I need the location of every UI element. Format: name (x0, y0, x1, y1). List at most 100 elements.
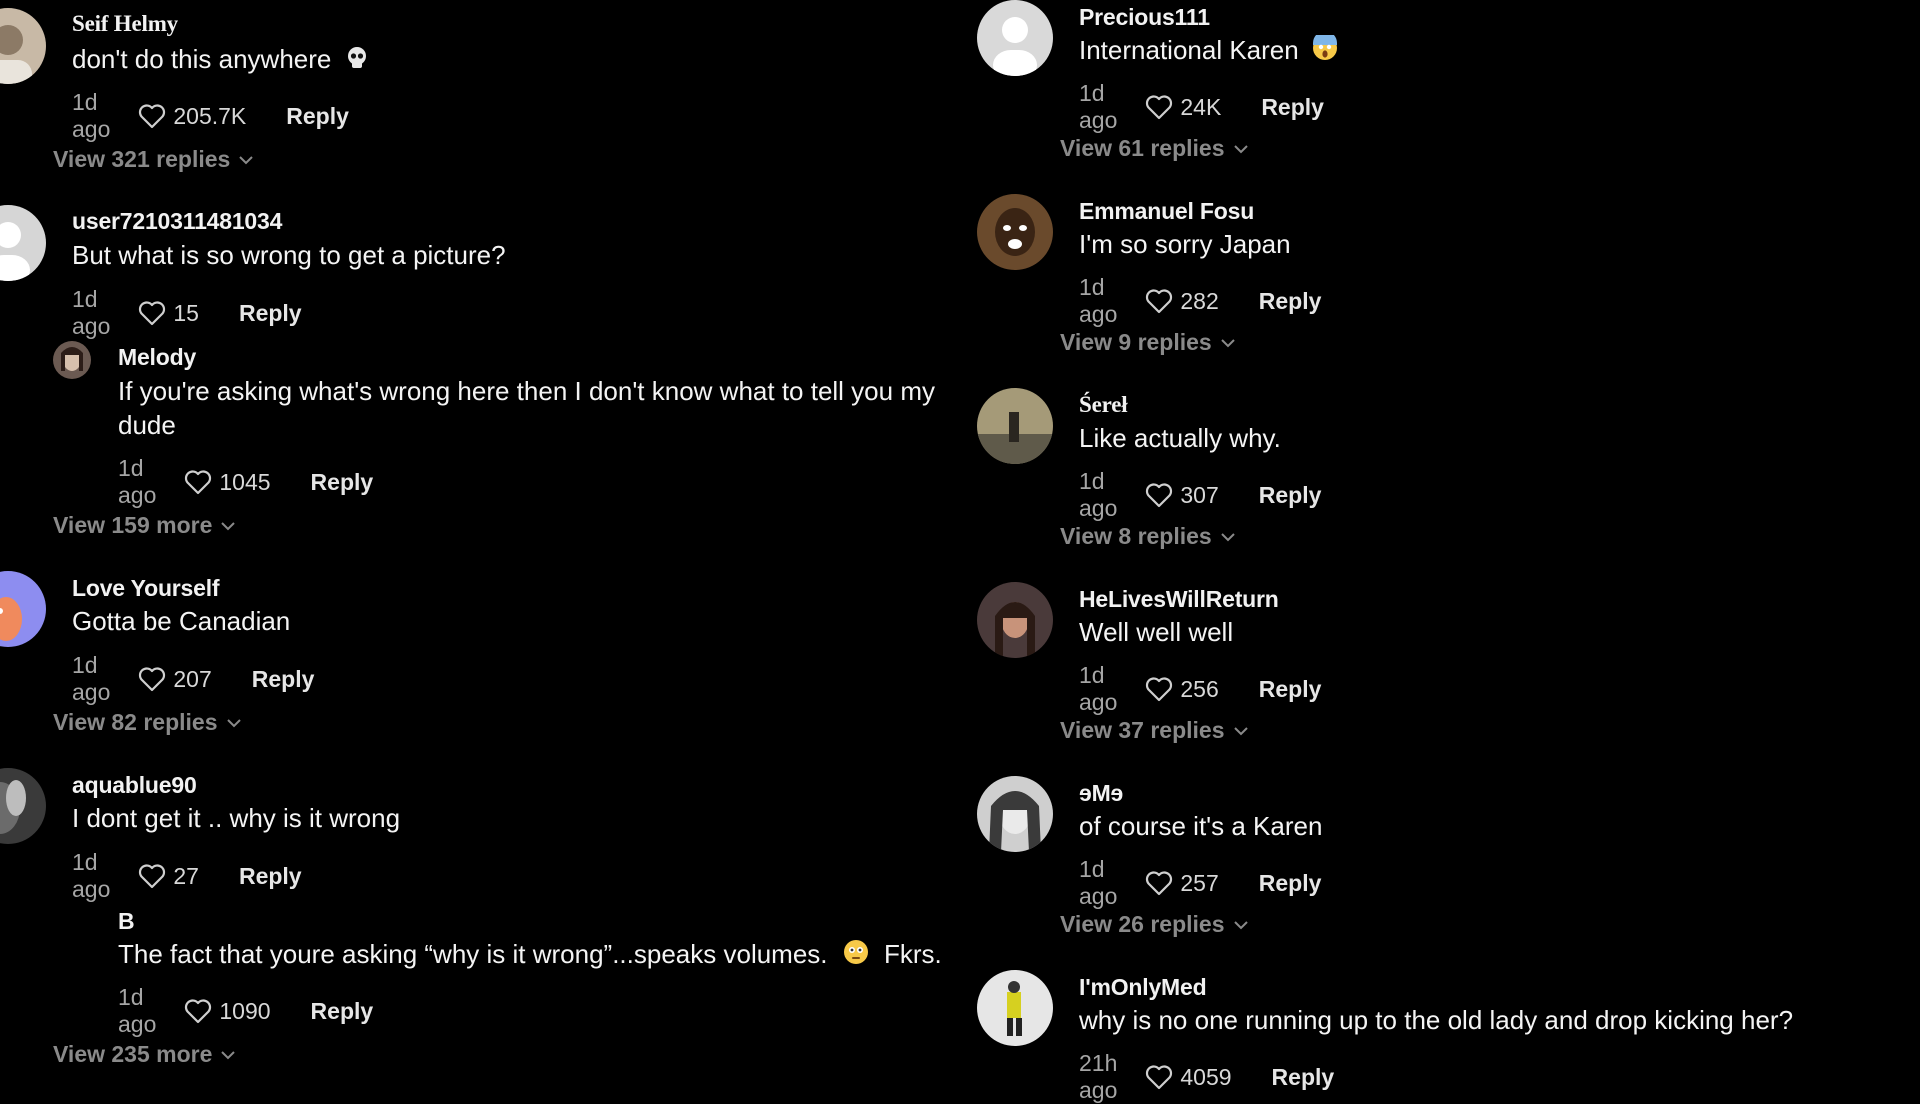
view-replies-link[interactable]: View 37 replies (1060, 717, 1249, 744)
view-replies-link[interactable]: View 61 replies (1060, 135, 1249, 162)
chevron-down-icon (1233, 726, 1248, 735)
timestamp: 1d ago (1079, 662, 1118, 715)
avatar[interactable] (977, 582, 1053, 658)
username[interactable]: I'mOnlyMed (1079, 974, 1207, 1001)
reply-button[interactable]: Reply (1259, 676, 1322, 703)
view-replies-label: View 321 replies (53, 146, 231, 172)
reply-button[interactable]: Reply (239, 300, 302, 327)
like-button[interactable]: 27 (138, 863, 199, 890)
like-button[interactable]: 205.7K (138, 103, 246, 130)
view-replies-label: View 37 replies (1060, 717, 1225, 743)
timestamp: 1d ago (1079, 274, 1118, 327)
chevron-down-icon (221, 1050, 236, 1059)
avatar[interactable] (0, 571, 46, 647)
comment-text-body: International Karen (1079, 35, 1299, 65)
like-button[interactable]: 24K (1145, 94, 1221, 121)
view-replies-link[interactable]: View 9 replies (1060, 329, 1236, 356)
username[interactable]: user7210311481034 (72, 208, 282, 235)
like-button[interactable]: 1045 (184, 469, 271, 496)
username[interactable]: Love Yourself (72, 575, 220, 602)
timestamp: 1d ago (1079, 80, 1118, 133)
avatar[interactable] (977, 776, 1053, 852)
username[interactable]: aquablue90 (72, 772, 197, 799)
avatar[interactable] (977, 388, 1053, 464)
comment-text-body: don't do this anywhere (72, 44, 332, 74)
comment-meta: 1d ago 27 Reply (72, 849, 302, 903)
comment-text: I'm so sorry Japan (1079, 229, 1291, 259)
username[interactable]: Emmanuel Fosu (1079, 198, 1254, 225)
reply-button[interactable]: Reply (311, 469, 374, 496)
view-replies-link[interactable]: View 82 replies (53, 709, 242, 736)
heart-icon (1146, 289, 1173, 314)
avatar[interactable] (977, 970, 1053, 1046)
comment-meta: 1d ago 15 Reply (72, 286, 302, 340)
username[interactable]: Śereł (1079, 392, 1128, 418)
avatar[interactable] (977, 194, 1053, 270)
like-count: 282 (1180, 287, 1219, 314)
comment-text-tail: Fkrs. (883, 939, 942, 969)
comment-text: Well well well (1079, 617, 1234, 647)
reply-button[interactable]: Reply (1261, 94, 1324, 121)
comment-text: Like actually why. (1079, 423, 1281, 453)
avatar[interactable] (53, 906, 91, 944)
like-button[interactable]: 207 (138, 666, 212, 693)
heart-icon (1146, 1065, 1173, 1090)
avatar[interactable] (977, 0, 1053, 76)
comment-text: The fact that youre asking “why is it wr… (118, 937, 942, 973)
reply-button[interactable]: Reply (1259, 482, 1322, 509)
username[interactable]: Precious111 (1079, 4, 1210, 31)
chevron-down-icon (221, 521, 236, 530)
like-count: 27 (173, 862, 199, 889)
reply-button[interactable]: Reply (286, 103, 349, 130)
timestamp: 21h ago (1079, 1050, 1118, 1103)
flushed-emoji (843, 939, 869, 973)
view-replies-link[interactable]: View 8 replies (1060, 523, 1236, 550)
timestamp: 1d ago (118, 455, 157, 508)
comment-meta: 1d ago 256 Reply (1079, 662, 1321, 716)
view-replies-link[interactable]: View 26 replies (1060, 911, 1249, 938)
avatar[interactable] (0, 768, 46, 844)
like-button[interactable]: 1090 (184, 998, 271, 1025)
avatar[interactable] (0, 8, 46, 84)
username[interactable]: ɘMɘ (1079, 780, 1123, 807)
username[interactable]: B (118, 908, 135, 935)
reply-button[interactable]: Reply (1259, 288, 1322, 315)
username[interactable]: HeLivesWillReturn (1079, 586, 1279, 613)
like-button[interactable]: 4059 (1145, 1064, 1232, 1091)
reply-button[interactable]: Reply (1259, 870, 1322, 897)
avatar[interactable] (0, 205, 46, 281)
comment-meta: 1d ago 205.7K Reply (72, 89, 349, 143)
comment-text: Gotta be Canadian (72, 606, 291, 636)
heart-icon (185, 470, 212, 495)
like-button[interactable]: 307 (1145, 481, 1219, 509)
timestamp: 1d ago (72, 849, 111, 902)
view-replies-label: View 9 replies (1060, 329, 1212, 355)
view-more-link[interactable]: View 159 more (53, 512, 236, 539)
timestamp: 1d ago (118, 984, 157, 1037)
heart-icon (1146, 483, 1173, 508)
comment-meta: 1d ago 282 Reply (1079, 274, 1321, 328)
view-more-label: View 235 more (53, 1041, 213, 1067)
reply-button[interactable]: Reply (252, 666, 315, 693)
heart-icon (139, 667, 166, 692)
chevron-down-icon (1233, 920, 1248, 929)
comment-text-body: The fact that youre asking “why is it wr… (118, 939, 828, 969)
reply-button[interactable]: Reply (1272, 1064, 1335, 1091)
reply-button[interactable]: Reply (239, 863, 302, 890)
chevron-down-icon (1221, 338, 1235, 347)
view-more-link[interactable]: View 235 more (53, 1041, 236, 1068)
view-replies-label: View 82 replies (53, 709, 218, 735)
avatar[interactable] (53, 341, 91, 379)
like-button[interactable]: 257 (1145, 870, 1219, 897)
view-replies-link[interactable]: View 321 replies (53, 146, 254, 173)
reply-button[interactable]: Reply (311, 998, 374, 1025)
username[interactable]: Melody (118, 344, 196, 371)
heart-icon (139, 301, 166, 326)
like-button[interactable]: 15 (138, 300, 199, 327)
heart-icon (185, 999, 212, 1024)
like-button[interactable]: 282 (1145, 287, 1219, 315)
chevron-down-icon (1233, 144, 1248, 153)
like-button[interactable]: 256 (1145, 676, 1219, 703)
like-count: 307 (1180, 481, 1219, 508)
username[interactable]: Seif Helmy (72, 11, 178, 37)
